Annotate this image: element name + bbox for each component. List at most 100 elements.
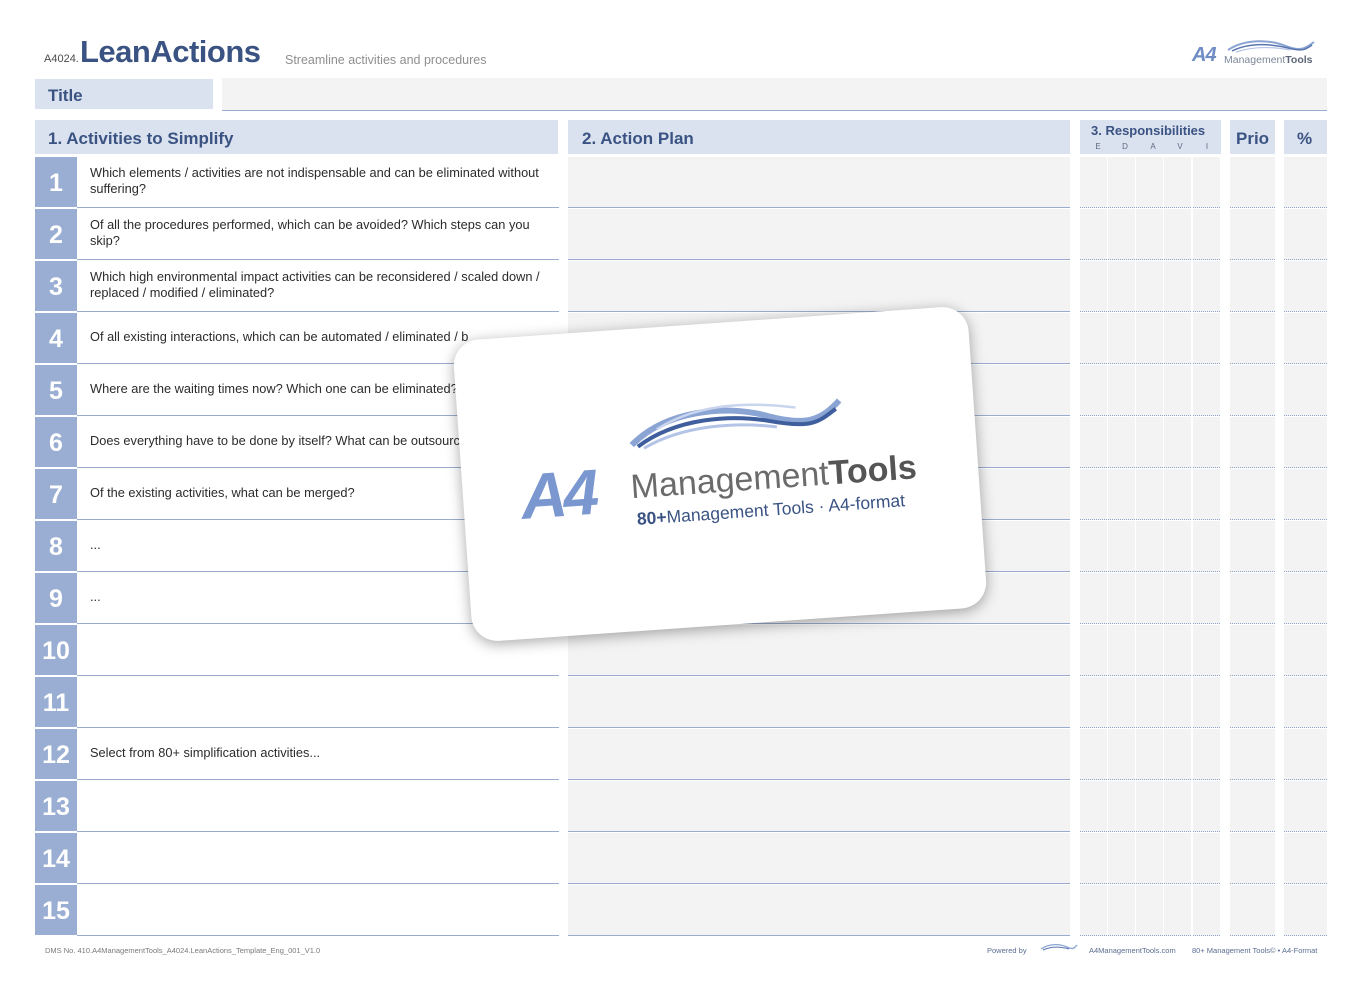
responsibility-cell-i[interactable] [1193, 625, 1220, 676]
prio-cell[interactable] [1230, 625, 1275, 676]
responsibility-cell-e[interactable] [1080, 417, 1107, 468]
prio-cell[interactable] [1230, 313, 1275, 364]
responsibility-cell-e[interactable] [1080, 625, 1107, 676]
responsibility-cell-v[interactable] [1164, 157, 1191, 208]
responsibility-cell-a[interactable] [1136, 417, 1163, 468]
responsibility-cell-v[interactable] [1164, 781, 1191, 832]
responsibility-cell-d[interactable] [1108, 625, 1135, 676]
responsibility-cell-d[interactable] [1108, 261, 1135, 312]
responsibility-cell-e[interactable] [1080, 521, 1107, 572]
responsibility-cell-d[interactable] [1108, 573, 1135, 624]
action-plan-cell[interactable] [568, 885, 1070, 936]
responsibility-cell-e[interactable] [1080, 365, 1107, 416]
responsibility-cell-e[interactable] [1080, 729, 1107, 780]
action-plan-cell[interactable] [568, 261, 1070, 312]
responsibility-cell-a[interactable] [1136, 781, 1163, 832]
prio-cell[interactable] [1230, 157, 1275, 208]
prio-cell[interactable] [1230, 885, 1275, 936]
responsibility-cell-a[interactable] [1136, 365, 1163, 416]
prio-cell[interactable] [1230, 833, 1275, 884]
responsibility-cell-v[interactable] [1164, 833, 1191, 884]
prio-cell[interactable] [1230, 209, 1275, 260]
percent-cell[interactable] [1284, 209, 1327, 260]
responsibility-cell-e[interactable] [1080, 313, 1107, 364]
prio-cell[interactable] [1230, 573, 1275, 624]
responsibility-cell-i[interactable] [1193, 781, 1220, 832]
responsibility-cell-v[interactable] [1164, 261, 1191, 312]
responsibility-cell-a[interactable] [1136, 833, 1163, 884]
responsibility-cell-a[interactable] [1136, 521, 1163, 572]
responsibility-cell-d[interactable] [1108, 417, 1135, 468]
responsibility-cell-v[interactable] [1164, 469, 1191, 520]
responsibility-cell-d[interactable] [1108, 885, 1135, 936]
responsibility-cell-a[interactable] [1136, 313, 1163, 364]
responsibility-cell-d[interactable] [1108, 157, 1135, 208]
responsibility-cell-a[interactable] [1136, 625, 1163, 676]
responsibility-cell-d[interactable] [1108, 833, 1135, 884]
responsibility-cell-d[interactable] [1108, 469, 1135, 520]
responsibility-cell-i[interactable] [1193, 157, 1220, 208]
prio-cell[interactable] [1230, 261, 1275, 312]
responsibility-cell-i[interactable] [1193, 833, 1220, 884]
percent-cell[interactable] [1284, 677, 1327, 728]
responsibility-cell-e[interactable] [1080, 885, 1107, 936]
responsibility-cell-i[interactable] [1193, 521, 1220, 572]
responsibility-cell-e[interactable] [1080, 157, 1107, 208]
responsibility-cell-d[interactable] [1108, 729, 1135, 780]
responsibility-cell-e[interactable] [1080, 469, 1107, 520]
prio-cell[interactable] [1230, 365, 1275, 416]
responsibility-cell-i[interactable] [1193, 573, 1220, 624]
percent-cell[interactable] [1284, 885, 1327, 936]
responsibility-cell-v[interactable] [1164, 677, 1191, 728]
responsibility-cell-a[interactable] [1136, 729, 1163, 780]
percent-cell[interactable] [1284, 781, 1327, 832]
responsibility-cell-a[interactable] [1136, 469, 1163, 520]
footer-site-link[interactable]: A4ManagementTools.com [1089, 946, 1176, 955]
responsibility-cell-a[interactable] [1136, 209, 1163, 260]
percent-cell[interactable] [1284, 729, 1327, 780]
responsibility-cell-d[interactable] [1108, 313, 1135, 364]
responsibility-cell-v[interactable] [1164, 885, 1191, 936]
percent-cell[interactable] [1284, 521, 1327, 572]
responsibility-cell-d[interactable] [1108, 781, 1135, 832]
promo-card[interactable]: A4 ManagementTools 80+Management Tools ·… [452, 305, 988, 643]
action-plan-cell[interactable] [568, 781, 1070, 832]
responsibility-cell-e[interactable] [1080, 677, 1107, 728]
responsibility-cell-d[interactable] [1108, 677, 1135, 728]
percent-cell[interactable] [1284, 625, 1327, 676]
responsibility-cell-i[interactable] [1193, 885, 1220, 936]
responsibility-cell-d[interactable] [1108, 365, 1135, 416]
responsibility-cell-v[interactable] [1164, 625, 1191, 676]
responsibility-cell-v[interactable] [1164, 573, 1191, 624]
percent-cell[interactable] [1284, 365, 1327, 416]
percent-cell[interactable] [1284, 417, 1327, 468]
prio-cell[interactable] [1230, 729, 1275, 780]
percent-cell[interactable] [1284, 469, 1327, 520]
responsibility-cell-i[interactable] [1193, 729, 1220, 780]
responsibility-cell-a[interactable] [1136, 157, 1163, 208]
prio-cell[interactable] [1230, 781, 1275, 832]
responsibility-cell-e[interactable] [1080, 261, 1107, 312]
prio-cell[interactable] [1230, 417, 1275, 468]
percent-cell[interactable] [1284, 261, 1327, 312]
responsibility-cell-a[interactable] [1136, 885, 1163, 936]
title-input-field[interactable] [222, 78, 1327, 111]
percent-cell[interactable] [1284, 313, 1327, 364]
percent-cell[interactable] [1284, 157, 1327, 208]
responsibility-cell-v[interactable] [1164, 729, 1191, 780]
action-plan-cell[interactable] [568, 677, 1070, 728]
responsibility-cell-i[interactable] [1193, 365, 1220, 416]
responsibility-cell-v[interactable] [1164, 521, 1191, 572]
responsibility-cell-i[interactable] [1193, 417, 1220, 468]
action-plan-cell[interactable] [568, 157, 1070, 208]
responsibility-cell-i[interactable] [1193, 469, 1220, 520]
responsibility-cell-v[interactable] [1164, 313, 1191, 364]
action-plan-cell[interactable] [568, 833, 1070, 884]
responsibility-cell-e[interactable] [1080, 781, 1107, 832]
responsibility-cell-i[interactable] [1193, 261, 1220, 312]
responsibility-cell-e[interactable] [1080, 209, 1107, 260]
responsibility-cell-d[interactable] [1108, 521, 1135, 572]
responsibility-cell-v[interactable] [1164, 209, 1191, 260]
prio-cell[interactable] [1230, 469, 1275, 520]
action-plan-cell[interactable] [568, 729, 1070, 780]
